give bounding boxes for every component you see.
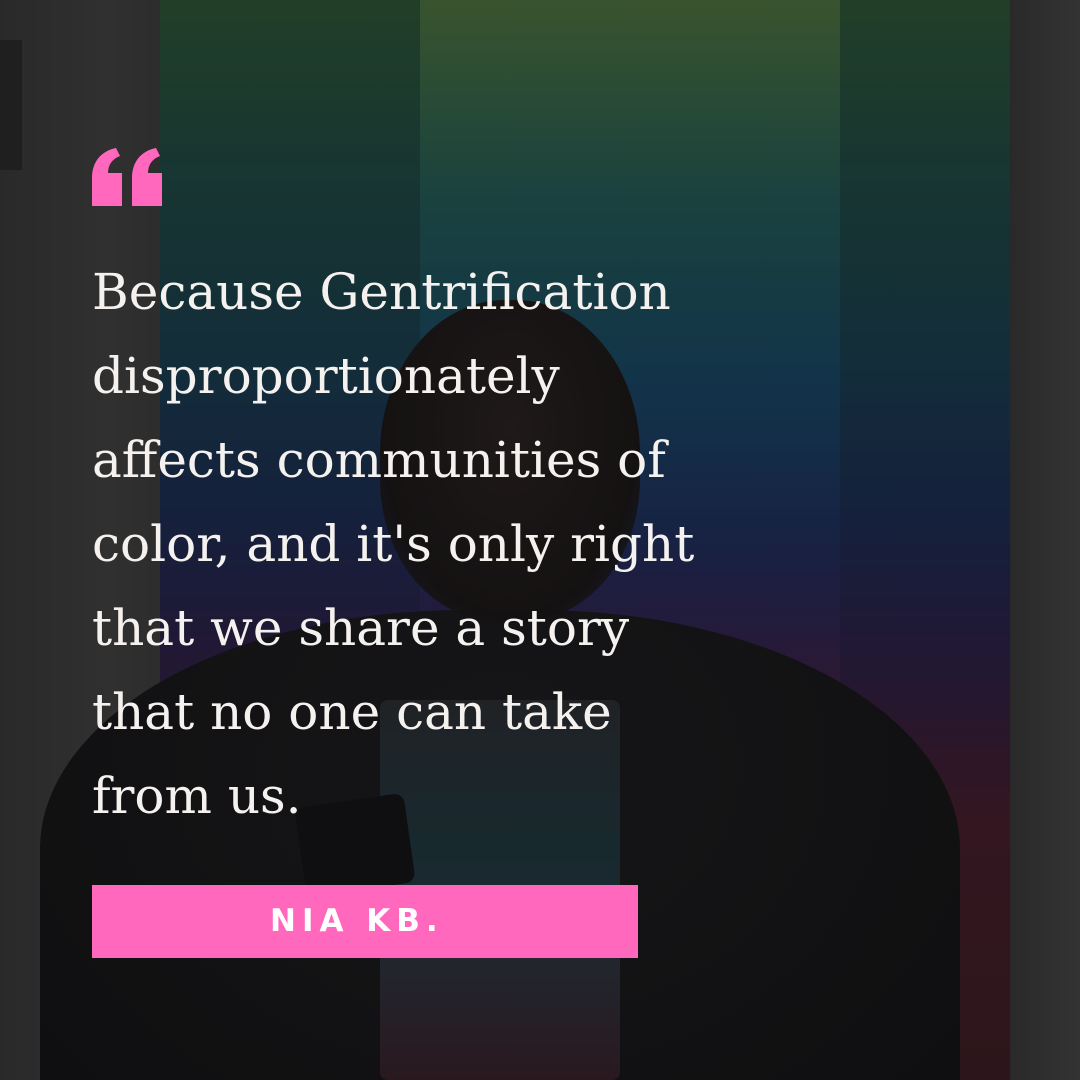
author-badge: NIA KB. xyxy=(92,885,638,958)
quote-line: disproportionately xyxy=(92,347,560,405)
quote-line: color, and it's only right xyxy=(92,515,695,573)
quote-mark-icon xyxy=(92,148,162,206)
quote-line: from us. xyxy=(92,767,302,825)
quote-line: that no one can take xyxy=(92,683,612,741)
quote-text: Because Gentrification disproportionatel… xyxy=(92,250,772,838)
quote-line: that we share a story xyxy=(92,599,630,657)
author-name: NIA KB. xyxy=(270,903,444,939)
quote-graphic: Because Gentrification disproportionatel… xyxy=(0,0,1080,1080)
quote-line: affects communities of xyxy=(92,431,666,489)
quote-line: Because Gentrification xyxy=(92,263,671,321)
